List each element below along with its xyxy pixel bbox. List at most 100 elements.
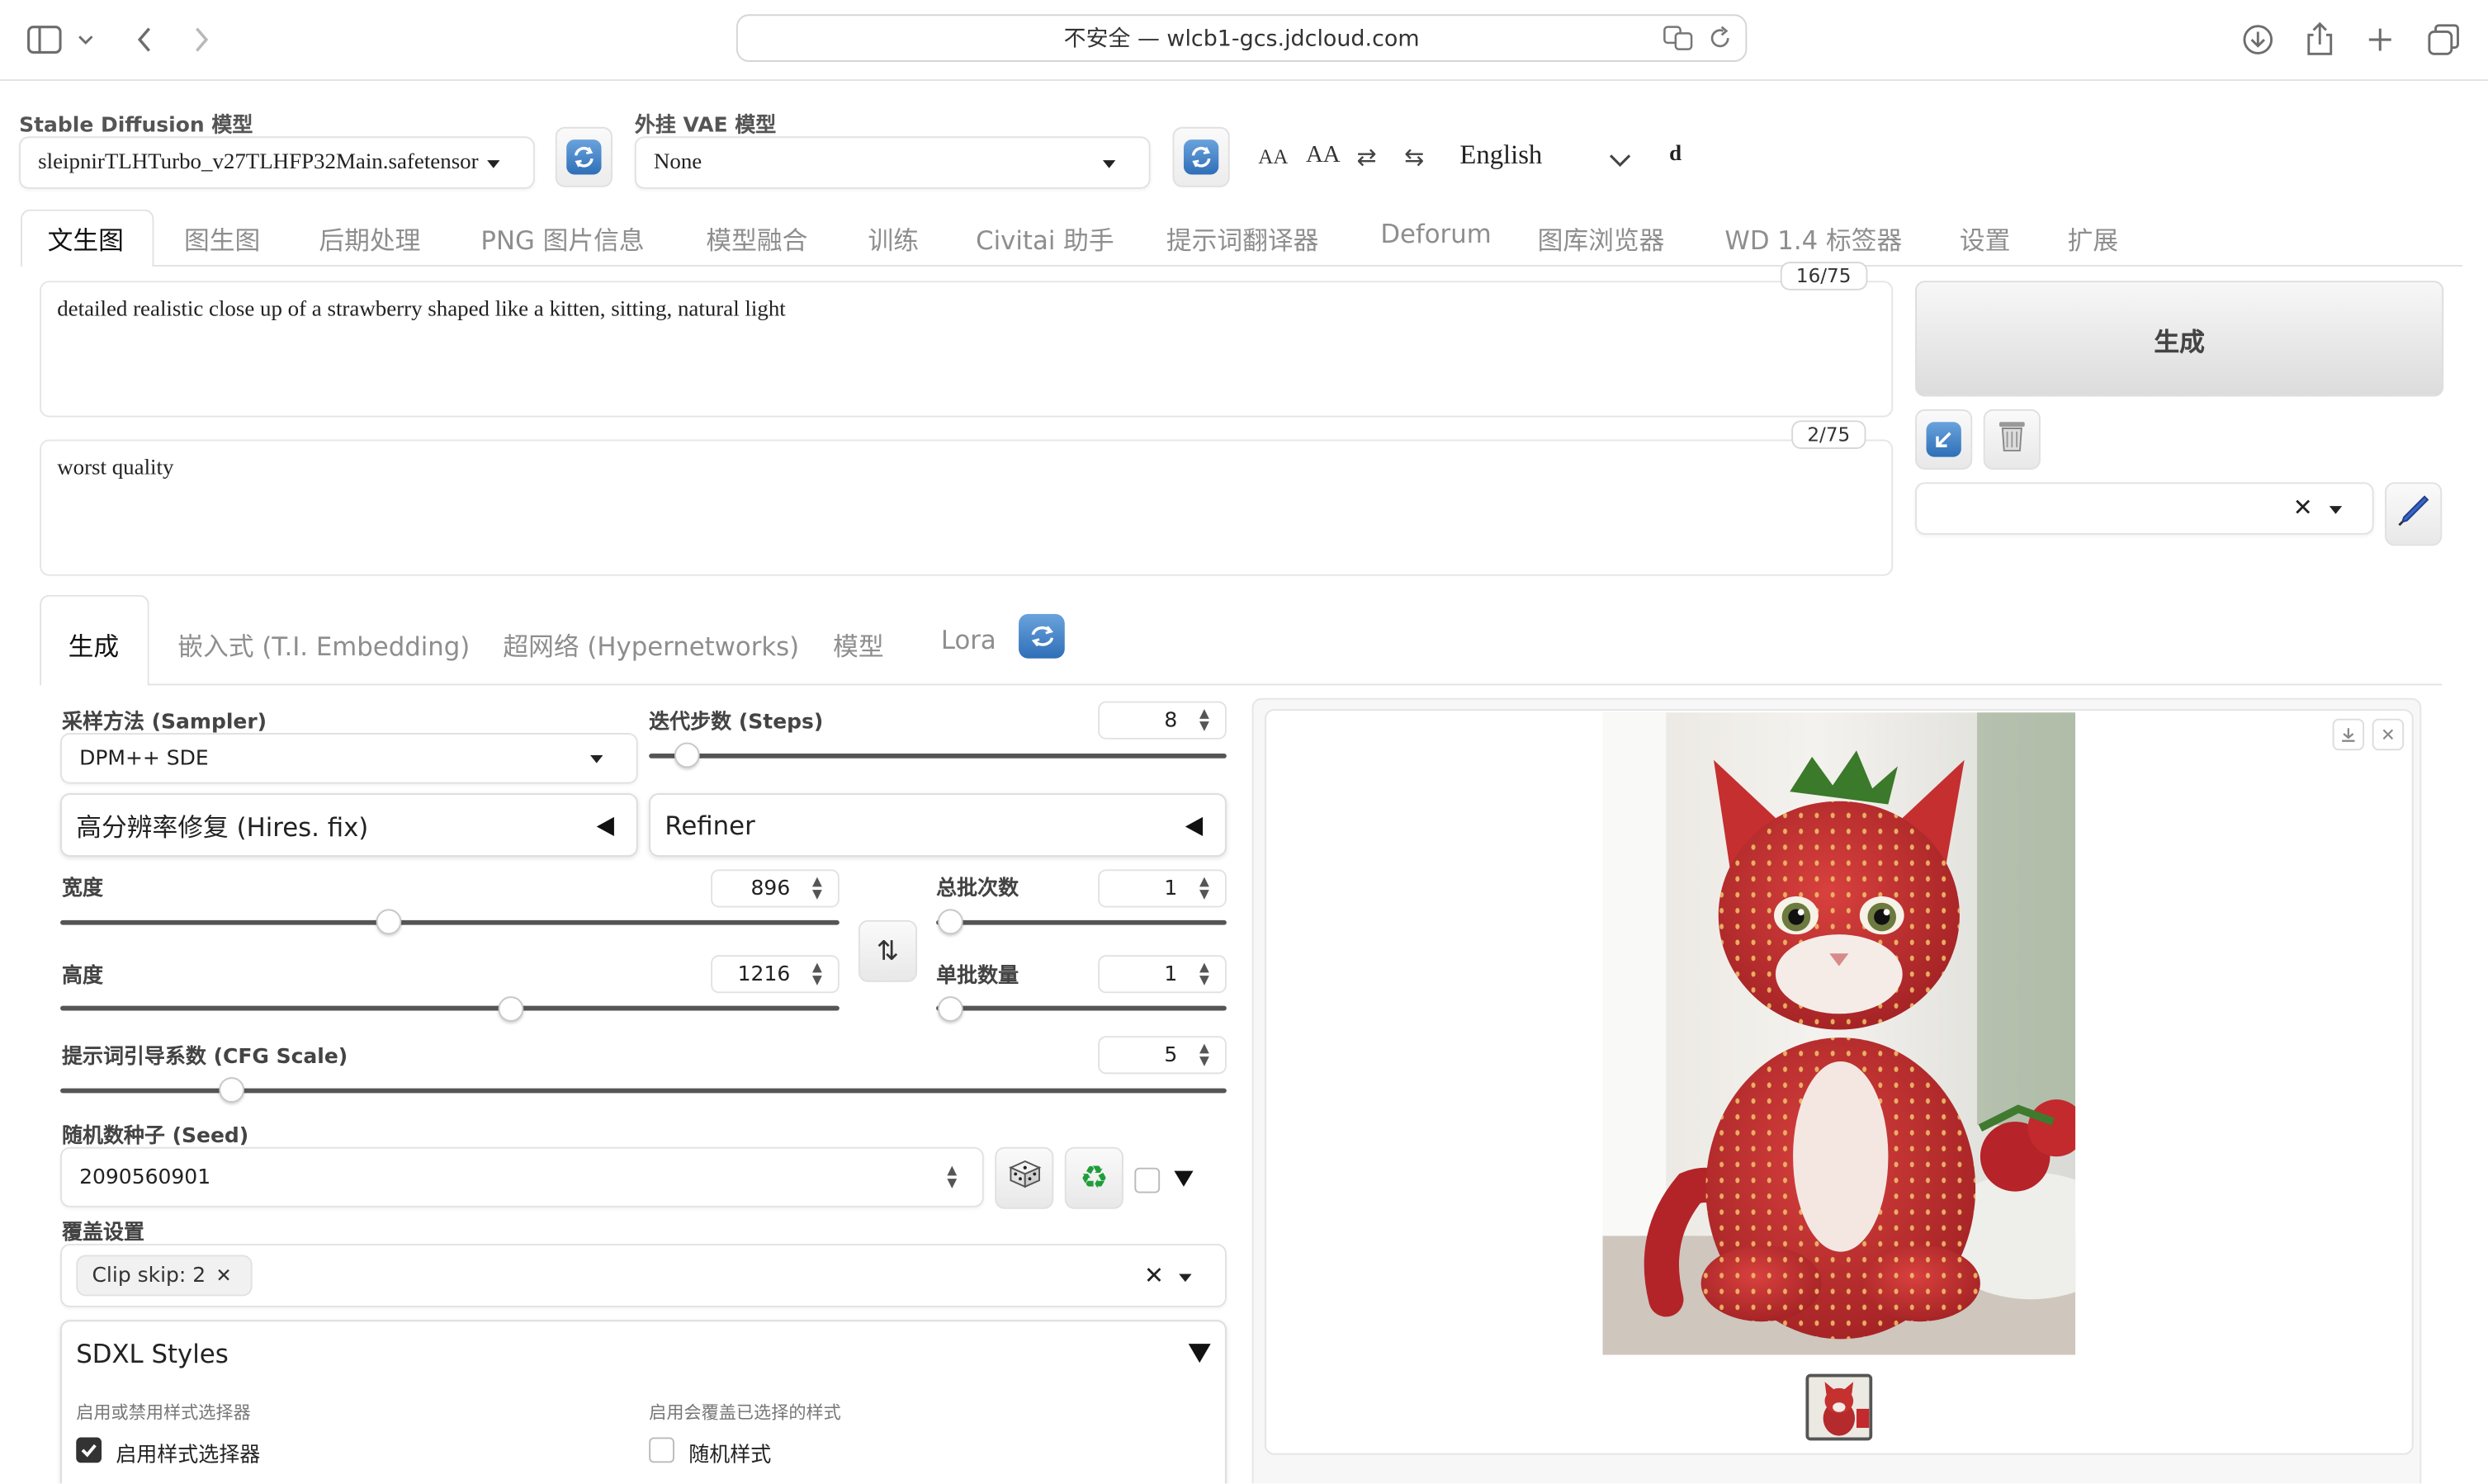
tab-extras[interactable]: 后期处理 xyxy=(319,219,420,257)
batch-size-label: 单批数量 xyxy=(936,964,1019,989)
refresh-model-button[interactable] xyxy=(555,126,613,187)
tab-prompt-translator[interactable]: 提示词翻译器 xyxy=(1166,219,1319,257)
stepper-icon[interactable]: ▲ ▼ xyxy=(1196,875,1212,901)
styles-select[interactable]: ✕ xyxy=(1915,482,2374,535)
expand-arrow-icon xyxy=(1188,1344,1211,1363)
height-input[interactable]: 1216 ▲ ▼ xyxy=(711,955,840,994)
clear-icon[interactable]: ✕ xyxy=(2293,494,2313,522)
refiner-accordion[interactable]: Refiner xyxy=(649,793,1227,857)
language-select[interactable]: English xyxy=(1459,139,1542,171)
tab-img2img[interactable]: 图生图 xyxy=(184,219,260,257)
tab-png-info[interactable]: PNG 图片信息 xyxy=(480,219,644,257)
steps-slider-track[interactable] xyxy=(649,754,1227,759)
stepper-icon[interactable]: ▲ ▼ xyxy=(1196,961,1212,987)
extra-toggle[interactable]: d xyxy=(1669,143,1682,168)
extra-seed-checkbox[interactable] xyxy=(1134,1167,1161,1193)
swap-dimensions-button[interactable]: ⇅ xyxy=(858,919,918,982)
tab-deforum[interactable]: Deforum xyxy=(1380,219,1491,249)
width-input[interactable]: 896 ▲ ▼ xyxy=(711,869,840,908)
random-style-checkbox[interactable] xyxy=(649,1437,674,1463)
height-label: 高度 xyxy=(61,964,103,989)
batch-size-slider-handle[interactable] xyxy=(938,996,963,1022)
tab-overview-icon[interactable] xyxy=(2423,19,2464,60)
enable-style-checkbox[interactable] xyxy=(76,1437,102,1463)
batch-count-value: 1 xyxy=(1164,877,1178,900)
edit-styles-button[interactable] xyxy=(2385,482,2443,546)
subtab-embedding[interactable]: 嵌入式 (T.I. Embedding) xyxy=(177,625,470,663)
toggle-direction-icon[interactable]: ⇆ xyxy=(1404,143,1424,172)
positive-token-counter: 16/75 xyxy=(1780,262,1867,291)
arrow-down-left-icon xyxy=(1926,422,1961,457)
tab-wd-tagger[interactable]: WD 1.4 标签器 xyxy=(1724,219,1902,257)
subtab-lora[interactable]: Lora xyxy=(941,625,996,655)
vae-select[interactable]: None xyxy=(634,136,1151,189)
refresh-vae-button[interactable] xyxy=(1172,126,1230,187)
subtab-generate[interactable]: 生成 xyxy=(69,625,120,663)
steps-input[interactable]: 8 ▲ ▼ xyxy=(1098,701,1227,740)
translate-icon[interactable] xyxy=(1663,26,1694,57)
hires-fix-accordion[interactable]: 高分辨率修复 (Hires. fix) xyxy=(60,793,638,857)
reuse-seed-button[interactable]: ♻ xyxy=(1064,1146,1123,1209)
batch-count-slider-track[interactable] xyxy=(936,919,1227,925)
tab-civitai-helper[interactable]: Civitai 助手 xyxy=(976,219,1114,257)
stepper-icon[interactable]: ▲ ▼ xyxy=(944,1164,960,1190)
tab-train[interactable]: 训练 xyxy=(868,219,919,257)
font-size-large-button[interactable]: AA xyxy=(1306,143,1341,170)
tab-settings[interactable]: 设置 xyxy=(1960,219,2011,257)
tab-model-merge[interactable]: 模型融合 xyxy=(706,219,807,257)
forward-icon[interactable] xyxy=(181,19,222,60)
random-style-hint: 启用会覆盖已选择的样式 xyxy=(649,1402,841,1424)
seed-input[interactable]: 2090560901 ▲ ▼ xyxy=(60,1146,984,1208)
clear-icon[interactable]: ✕ xyxy=(1144,1261,1164,1290)
subtab-models[interactable]: 模型 xyxy=(833,625,884,663)
remove-chip-icon[interactable]: ✕ xyxy=(215,1264,231,1287)
height-slider-track[interactable] xyxy=(60,1005,840,1011)
chevron-down-icon[interactable] xyxy=(1609,148,1631,177)
tab-image-browser[interactable]: 图库浏览器 xyxy=(1538,219,1665,257)
generate-button[interactable]: 生成 xyxy=(1915,281,2444,397)
gallery-thumbnail[interactable] xyxy=(1805,1373,1873,1441)
sd-model-select[interactable]: sleipnirTLHTurbo_v27TLHFP32Main.safetens… xyxy=(19,136,535,189)
sidebar-icon[interactable] xyxy=(24,19,65,60)
download-icon[interactable] xyxy=(2237,19,2278,60)
width-slider-handle[interactable] xyxy=(376,909,402,935)
stepper-icon[interactable]: ▲ ▼ xyxy=(809,961,825,987)
clear-prompt-button[interactable] xyxy=(1983,409,2041,470)
height-slider-handle[interactable] xyxy=(498,996,524,1022)
pencil-icon xyxy=(2396,493,2431,536)
stepper-icon[interactable]: ▲ ▼ xyxy=(1196,707,1212,733)
random-seed-button[interactable] xyxy=(995,1146,1054,1209)
new-tab-icon[interactable] xyxy=(2359,19,2400,60)
hires-fix-label: 高分辨率修复 (Hires. fix) xyxy=(76,812,369,843)
reload-icon[interactable] xyxy=(1707,26,1733,57)
swap-icon[interactable]: ⇄ xyxy=(1356,143,1376,172)
batch-count-slider-handle[interactable] xyxy=(938,909,963,935)
font-size-small-button[interactable]: AA xyxy=(1258,144,1288,170)
tab-txt2img[interactable]: 文生图 xyxy=(48,219,124,257)
batch-size-input[interactable]: 1 ▲ ▼ xyxy=(1098,955,1227,994)
generated-image[interactable] xyxy=(1602,712,2076,1355)
width-value: 896 xyxy=(750,877,791,900)
close-icon[interactable]: ✕ xyxy=(2372,718,2405,751)
subtab-hypernetworks[interactable]: 超网络 (Hypernetworks) xyxy=(503,625,799,663)
tab-extensions[interactable]: 扩展 xyxy=(2068,219,2119,257)
negative-prompt-input[interactable]: worst quality xyxy=(40,439,1894,576)
positive-prompt-input[interactable]: detailed realistic close up of a strawbe… xyxy=(40,281,1894,418)
chevron-down-icon[interactable] xyxy=(70,19,102,60)
cfg-slider-handle[interactable] xyxy=(219,1077,245,1103)
back-icon[interactable] xyxy=(124,19,165,60)
cfg-input[interactable]: 5 ▲ ▼ xyxy=(1098,1036,1227,1075)
expand-arrow-icon[interactable] xyxy=(1174,1170,1194,1187)
steps-slider-handle[interactable] xyxy=(674,742,700,768)
stepper-icon[interactable]: ▲ ▼ xyxy=(809,875,825,901)
batch-count-input[interactable]: 1 ▲ ▼ xyxy=(1098,869,1227,908)
sampler-select[interactable]: DPM++ SDE xyxy=(60,733,638,784)
stepper-icon[interactable]: ▲ ▼ xyxy=(1196,1042,1212,1068)
refresh-networks-button[interactable] xyxy=(1019,613,1065,659)
address-bar[interactable]: 不安全 — wlcb1-gcs.jdcloud.com xyxy=(736,14,1748,62)
share-icon[interactable] xyxy=(2299,19,2340,60)
read-params-button[interactable] xyxy=(1915,409,1973,470)
width-slider-track[interactable] xyxy=(60,919,840,925)
batch-size-slider-track[interactable] xyxy=(936,1005,1227,1011)
save-image-button[interactable] xyxy=(2332,718,2365,751)
